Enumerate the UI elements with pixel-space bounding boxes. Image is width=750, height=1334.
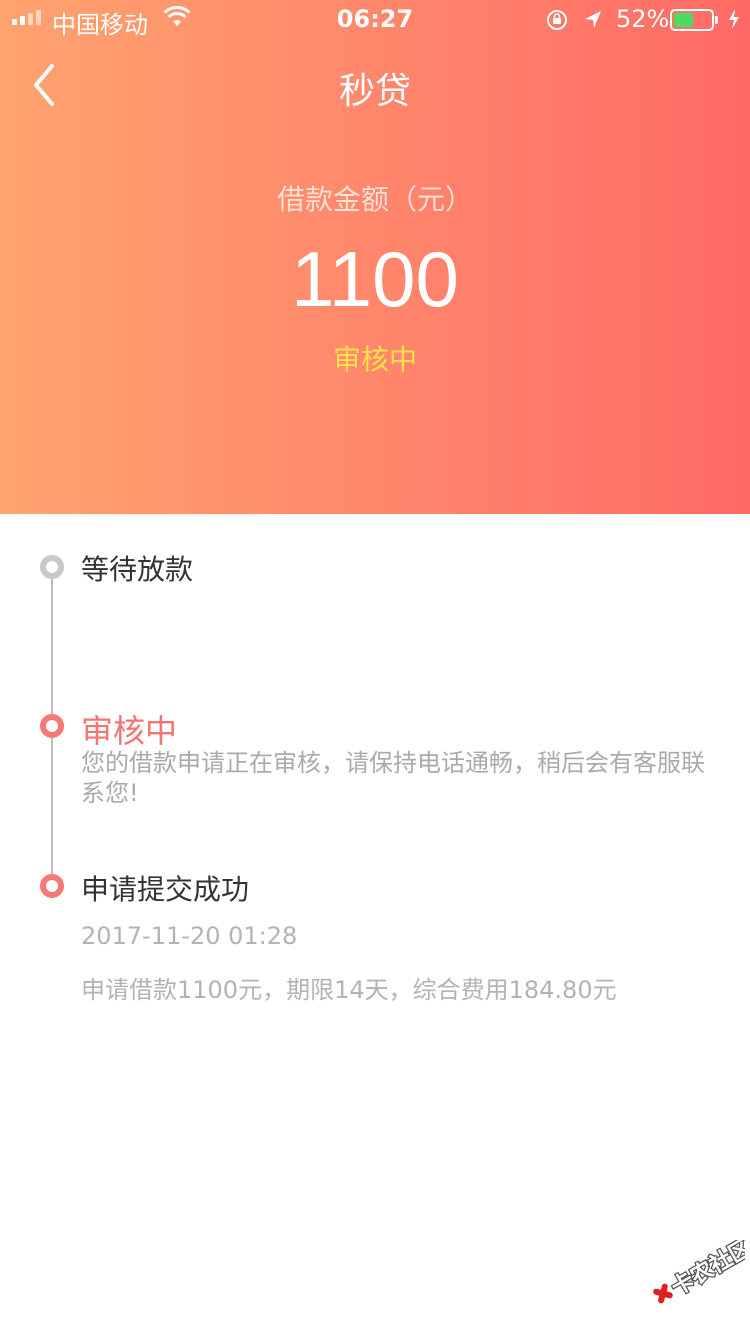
loan-status: 审核中 (332, 343, 417, 376)
loan-amount-value: 1100 (291, 235, 459, 323)
step-title-waiting: 等待放款 (81, 553, 194, 586)
timeline-dot-done (40, 874, 64, 898)
battery-icon (670, 9, 718, 31)
step-description-submitted: 申请借款1100元，期限14天，综合费用184.80元 (81, 976, 617, 1004)
step-timestamp: 2017-11-20 01:28 (81, 922, 298, 950)
step-title-submitted: 申请提交成功 (81, 873, 250, 906)
step-title-reviewing: 审核中 (81, 712, 178, 750)
step-description-reviewing: 您的借款申请正在审核，请保持电话通畅，稍后会有客服联系您! (81, 749, 705, 807)
charging-bolt-icon (729, 9, 739, 29)
battery-level (674, 13, 693, 27)
rotation-lock-icon (547, 10, 567, 30)
watermark-logo: 卡农社区 (653, 1240, 745, 1304)
timeline-dot-pending (40, 555, 64, 579)
svg-text:卡农社区: 卡农社区 (667, 1240, 745, 1301)
timeline-dot-active (40, 714, 64, 738)
status-bar: 中国移动 06:27 52% (0, 0, 750, 40)
page-title: 秒贷 (338, 71, 411, 112)
loan-amount-label: 借款金额（元） (276, 183, 473, 216)
location-arrow-icon (585, 11, 601, 28)
battery-percent: 52% (616, 5, 670, 33)
